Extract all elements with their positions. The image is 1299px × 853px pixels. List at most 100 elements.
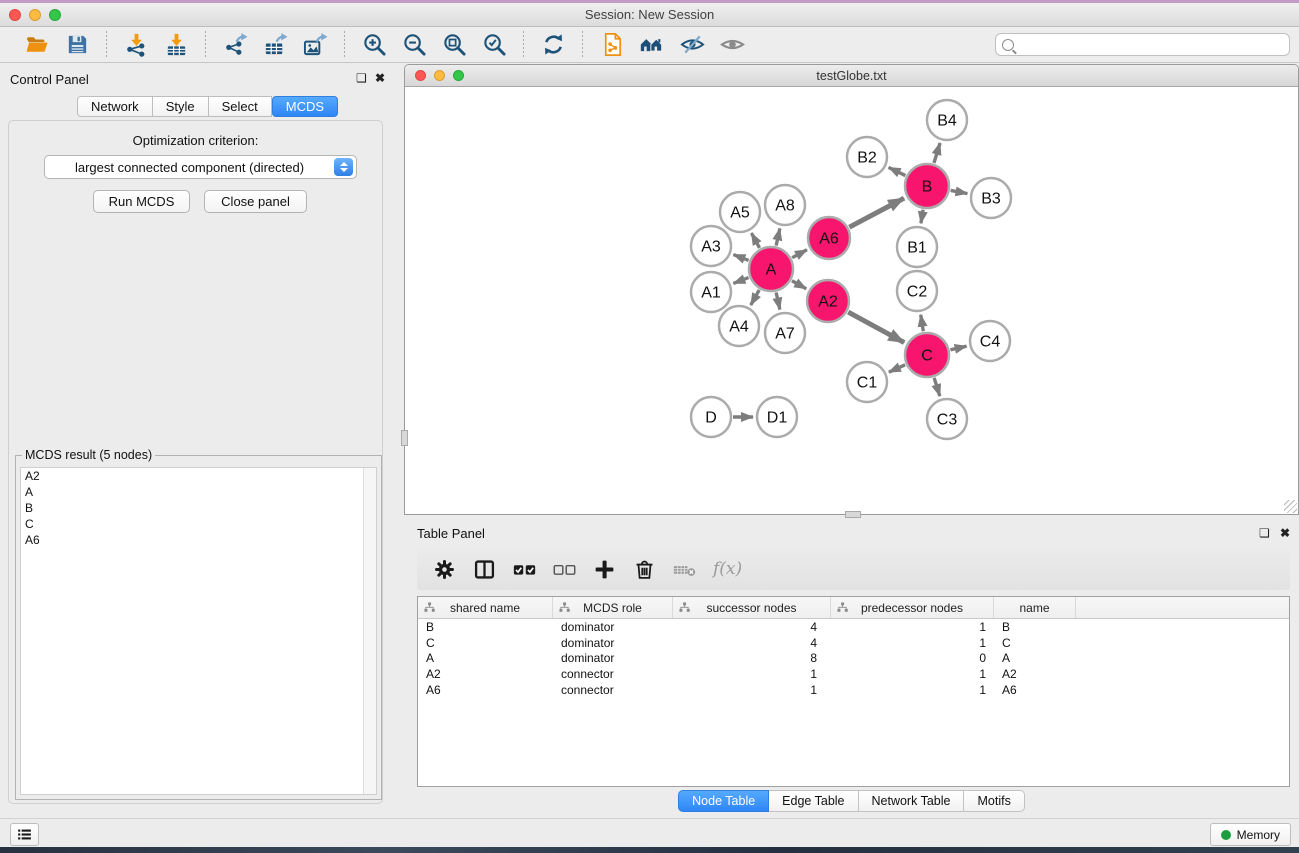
column-header-MCDS-role[interactable]: MCDS role xyxy=(553,597,673,618)
tab-motifs[interactable]: Motifs xyxy=(964,790,1024,812)
node-A8[interactable]: A8 xyxy=(765,185,805,225)
node-B4[interactable]: B4 xyxy=(927,100,967,140)
home-button[interactable] xyxy=(637,30,667,60)
control-panel: Control Panel ❏ ✖ NetworkStyleSelectMCDS… xyxy=(0,63,391,818)
network-window-titlebar[interactable]: testGlobe.txt xyxy=(405,65,1298,87)
run-mcds-button[interactable]: Run MCDS xyxy=(93,190,190,213)
table-float-panel-icon[interactable]: ❏ xyxy=(1259,527,1270,539)
add-row-icon xyxy=(593,558,616,581)
node-D[interactable]: D xyxy=(691,397,731,437)
table-row[interactable]: Cdominator41C xyxy=(418,635,1289,651)
node-B[interactable]: B xyxy=(905,164,949,208)
table-row[interactable]: A2connector11A2 xyxy=(418,666,1289,682)
bottom-splitter-handle[interactable] xyxy=(845,511,861,518)
edge-C-C2 xyxy=(921,315,924,332)
node-C2[interactable]: C2 xyxy=(897,271,937,311)
close-panel-button[interactable]: Close panel xyxy=(204,190,307,213)
table-header-row: shared nameMCDS rolesuccessor nodesprede… xyxy=(418,597,1289,619)
node-A2[interactable]: A2 xyxy=(807,280,849,322)
show-icon xyxy=(720,32,745,57)
search-input[interactable] xyxy=(1019,38,1283,52)
node-A4[interactable]: A4 xyxy=(719,306,759,346)
import-network-button[interactable] xyxy=(121,30,151,60)
zoom-selected-button[interactable] xyxy=(479,30,509,60)
deselect-all-button[interactable] xyxy=(553,558,576,581)
import-table-button[interactable] xyxy=(161,30,191,60)
node-A[interactable]: A xyxy=(749,247,793,291)
edge-A-A5 xyxy=(751,233,759,248)
select-all-button[interactable] xyxy=(513,558,536,581)
tab-network-table[interactable]: Network Table xyxy=(859,790,965,812)
tab-mcds[interactable]: MCDS xyxy=(272,96,338,117)
tab-edge-table[interactable]: Edge Table xyxy=(769,790,858,812)
export-network-button[interactable] xyxy=(220,30,250,60)
node-B2[interactable]: B2 xyxy=(847,137,887,177)
svg-text:C: C xyxy=(921,348,933,365)
table-row[interactable]: A6connector11A6 xyxy=(418,682,1289,698)
left-splitter-handle[interactable] xyxy=(401,430,408,446)
hide-button[interactable] xyxy=(677,30,707,60)
resize-grip-icon[interactable] xyxy=(1284,500,1297,513)
node-A3[interactable]: A3 xyxy=(691,226,731,266)
zoom-fit-button[interactable] xyxy=(439,30,469,60)
columns-icon xyxy=(473,558,496,581)
optimization-criterion-select[interactable]: largest connected component (directed) xyxy=(44,155,357,179)
delete-row-button[interactable] xyxy=(633,558,656,581)
table-close-panel-icon[interactable]: ✖ xyxy=(1280,527,1290,539)
close-panel-icon[interactable]: ✖ xyxy=(375,72,385,84)
task-history-button[interactable] xyxy=(10,823,39,846)
float-panel-icon[interactable]: ❏ xyxy=(356,72,367,84)
memory-button[interactable]: Memory xyxy=(1210,823,1291,846)
node-C[interactable]: C xyxy=(905,333,949,377)
column-header-name[interactable]: name xyxy=(994,597,1076,618)
table-row[interactable]: Adominator80A xyxy=(418,651,1289,667)
zoom-selected-icon xyxy=(482,32,507,57)
export-image-button[interactable] xyxy=(300,30,330,60)
zoom-out-button[interactable] xyxy=(399,30,429,60)
result-scrollbar[interactable] xyxy=(363,468,376,794)
svg-text:B1: B1 xyxy=(907,240,927,257)
show-button[interactable] xyxy=(717,30,747,60)
table-toolbar: f(x) xyxy=(417,548,1290,590)
node-A6[interactable]: A6 xyxy=(808,217,850,259)
zoom-in-button[interactable] xyxy=(359,30,389,60)
edge-A-A4 xyxy=(751,290,760,305)
save-session-button[interactable] xyxy=(62,30,92,60)
cell: C xyxy=(418,636,553,650)
svg-text:C3: C3 xyxy=(937,412,958,429)
columns-button[interactable] xyxy=(473,558,496,581)
node-C3[interactable]: C3 xyxy=(927,399,967,439)
node-C1[interactable]: C1 xyxy=(847,362,887,402)
tab-select[interactable]: Select xyxy=(209,96,272,117)
mcds-result-list[interactable]: A2ABCA6 xyxy=(20,467,377,795)
node-C4[interactable]: C4 xyxy=(970,321,1010,361)
control-panel-title: Control Panel xyxy=(10,72,89,87)
optimization-criterion-label: Optimization criterion: xyxy=(9,133,382,148)
tab-node-table[interactable]: Node Table xyxy=(678,790,769,812)
open-file-button[interactable] xyxy=(22,30,52,60)
node-A1[interactable]: A1 xyxy=(691,272,731,312)
node-A5[interactable]: A5 xyxy=(720,192,760,232)
refresh-button[interactable] xyxy=(538,30,568,60)
network-document-button[interactable] xyxy=(597,30,627,60)
column-header-successor-nodes[interactable]: successor nodes xyxy=(673,597,831,618)
network-document-icon xyxy=(600,32,625,57)
column-header-predecessor-nodes[interactable]: predecessor nodes xyxy=(831,597,994,618)
tab-network[interactable]: Network xyxy=(77,96,153,117)
network-canvas[interactable]: B4 B2 B B3 A8A5 A6 A3 B1 A A1 C2 A2 A4A7 C4 C C1 D D1 C3 xyxy=(406,88,1297,514)
tab-style[interactable]: Style xyxy=(153,96,209,117)
export-table-button[interactable] xyxy=(260,30,290,60)
mcds-result-item: C xyxy=(21,516,376,532)
delete-table-button xyxy=(673,558,696,581)
node-B1[interactable]: B1 xyxy=(897,227,937,267)
table-row[interactable]: Bdominator41B xyxy=(418,619,1289,635)
svg-text:C2: C2 xyxy=(907,284,928,301)
node-A7[interactable]: A7 xyxy=(765,313,805,353)
add-row-button[interactable] xyxy=(593,558,616,581)
column-header-shared-name[interactable]: shared name xyxy=(418,597,553,618)
node-D1[interactable]: D1 xyxy=(757,397,797,437)
node-B3[interactable]: B3 xyxy=(971,178,1011,218)
svg-text:A2: A2 xyxy=(818,294,838,311)
cell: A2 xyxy=(418,667,553,681)
gear-button[interactable] xyxy=(433,558,456,581)
